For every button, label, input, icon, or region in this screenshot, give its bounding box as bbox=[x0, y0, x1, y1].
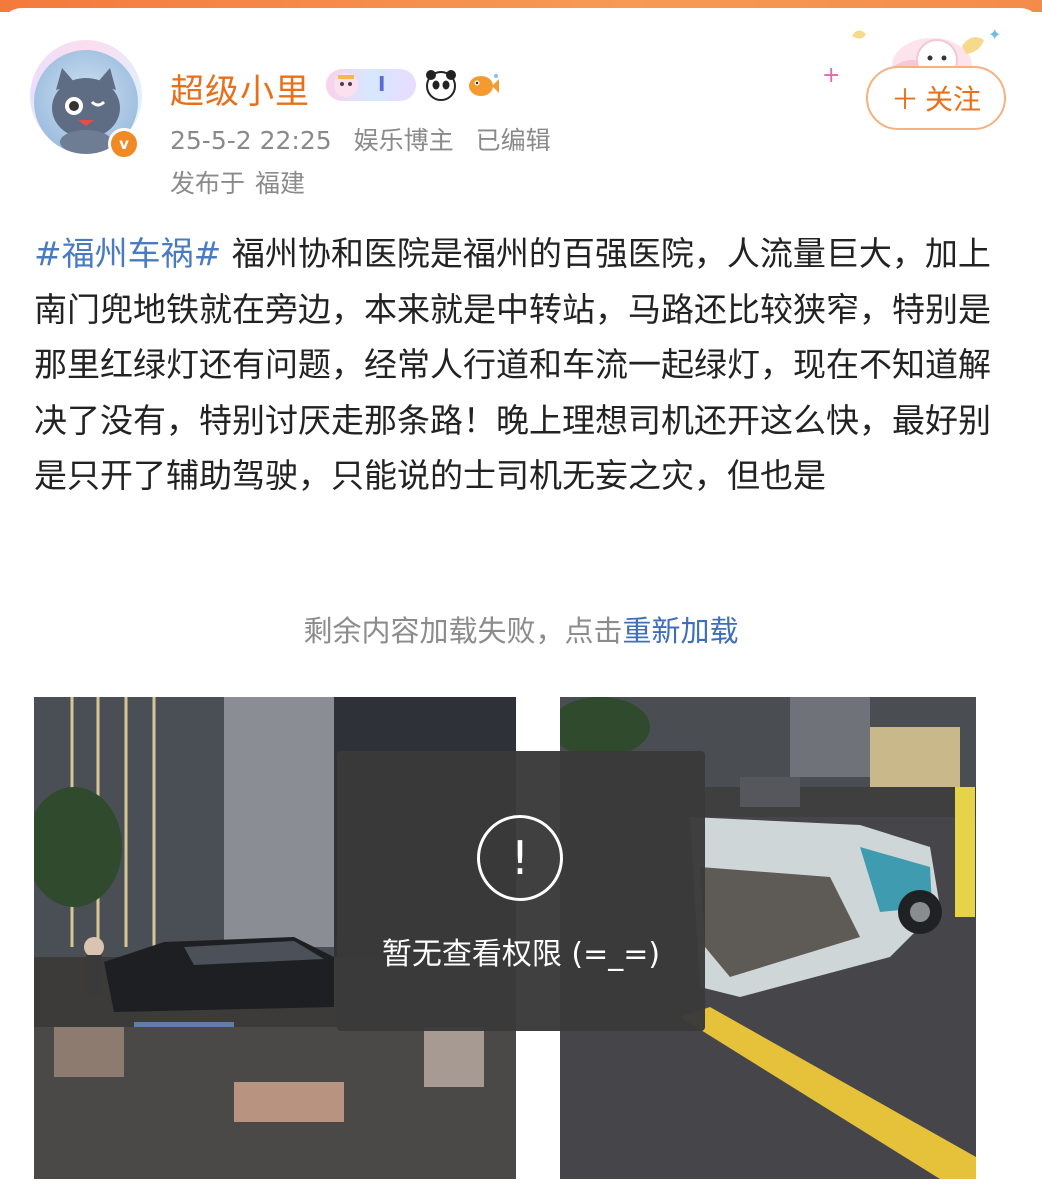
svg-text:+: + bbox=[822, 63, 840, 88]
post-body: 福州协和医院是福州的百强医院，人流量巨大，加上南门兜地铁就在旁边，本来就是中转站… bbox=[34, 234, 991, 495]
post-date: 25-5-2 22:25 bbox=[170, 126, 332, 155]
no-permission-overlay: ! 暂无查看权限 (=_=) bbox=[337, 751, 705, 1031]
follow-label: 关注 bbox=[925, 83, 982, 116]
warning-icon: ! bbox=[477, 815, 563, 901]
post-card: + ✦ v 超级小里 I 25-5-2 22:25 娱乐博主 已编辑 发布于 福… bbox=[0, 8, 1042, 1200]
post-location: 发布于 福建 bbox=[170, 164, 305, 200]
panda-icon[interactable] bbox=[424, 68, 458, 102]
author-badges: I bbox=[326, 68, 500, 102]
author-role: 娱乐博主 bbox=[353, 126, 454, 155]
svg-text:✦: ✦ bbox=[988, 25, 1001, 44]
verified-badge-icon: v bbox=[108, 128, 140, 160]
hashtag-link[interactable]: #福州车祸# bbox=[34, 234, 221, 273]
reload-link[interactable]: 重新加载 bbox=[623, 614, 739, 648]
fish-icon[interactable] bbox=[466, 68, 500, 102]
character-badge-icon bbox=[334, 73, 358, 97]
post-text: #福州车祸# 福州协和医院是福州的百强医院，人流量巨大，加上南门兜地铁就在旁边，… bbox=[34, 226, 1008, 504]
follow-button[interactable]: ＋ 关注 bbox=[866, 66, 1006, 130]
post-meta: 25-5-2 22:25 娱乐博主 已编辑 bbox=[170, 121, 565, 157]
author-name[interactable]: 超级小里 bbox=[170, 64, 310, 113]
fan-badge-pill[interactable]: I bbox=[326, 69, 416, 101]
edited-label[interactable]: 已编辑 bbox=[476, 126, 551, 155]
plus-icon: ＋ bbox=[890, 83, 919, 116]
load-error-message: 剩余内容加载失败，点击重新加载 bbox=[0, 608, 1042, 650]
no-permission-text: 暂无查看权限 (=_=) bbox=[381, 937, 661, 972]
location-place: 福建 bbox=[255, 169, 306, 198]
location-prefix: 发布于 bbox=[170, 169, 246, 198]
load-error-text: 剩余内容加载失败，点击 bbox=[303, 614, 623, 648]
